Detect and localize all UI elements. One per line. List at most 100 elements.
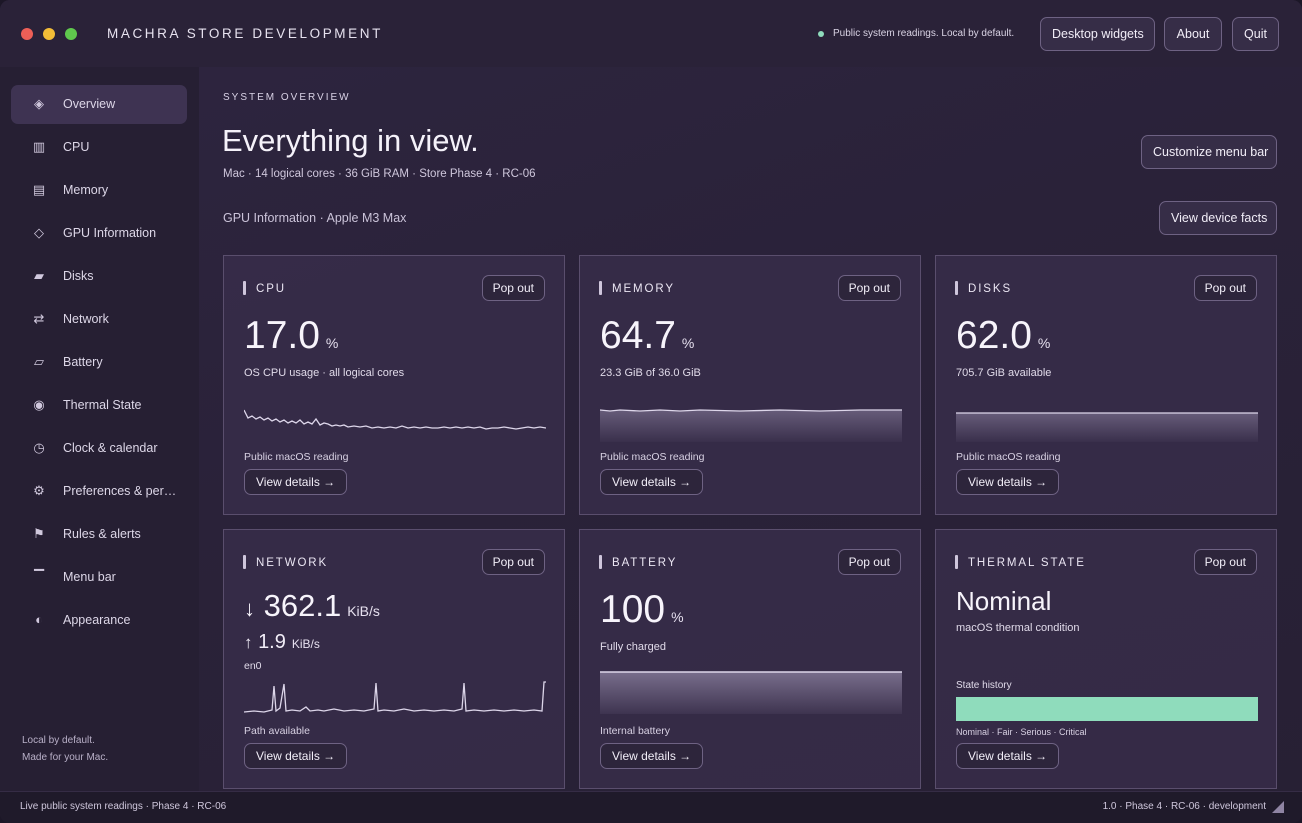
view-details-button[interactable]: View details → [600,743,704,769]
disk-usage-value: 62.0% [956,314,1050,358]
sidebar-item-memory[interactable]: ▤ Memory [11,171,187,210]
card-title-wrap: THERMAL STATE [956,557,1086,569]
overview-icon: ◈ [34,96,44,111]
sidebar-item-menu-bar[interactable]: ▔ Menu bar [11,558,187,597]
about-button[interactable]: About [1164,17,1222,51]
app-window: MACHRA STORE DEVELOPMENT Public system r… [0,0,1302,823]
battery-unit: % [671,609,684,625]
gpu-summary: GPU Information · Apple M3 Max [223,211,407,225]
sidebar-item-label: Preferences & per… [63,484,177,498]
card-title-wrap: CPU [244,283,286,295]
card-title: BATTERY [612,557,678,569]
upload-value: 1.9 [258,631,286,653]
disk-source: Public macOS reading [956,451,1061,463]
memory-sparkline [600,409,902,442]
sidebar-footer-line: Local by default. [22,735,95,746]
sidebar: ◈ Overview ▥ CPU ▤ Memory ◇ GPU Informat… [0,67,199,791]
thermal-description: macOS thermal condition [956,622,1080,634]
sidebar-item-battery[interactable]: ▱ Battery [11,343,187,382]
pop-out-button[interactable]: Pop out [481,275,545,301]
sidebar-item-label: CPU [63,140,90,154]
view-details-button[interactable]: View details → [244,743,348,769]
card-title: THERMAL STATE [968,557,1086,569]
battery-icon: ▱ [34,354,44,369]
card-title-wrap: DISKS [956,283,1012,295]
cpu-sparkline [244,409,546,430]
download-value: 362.1 [263,588,342,623]
sidebar-item-cpu[interactable]: ▥ CPU [11,128,187,167]
sidebar-item-label: Rules & alerts [63,527,141,541]
sidebar-item-preferences[interactable]: ⚙ Preferences & per… [11,472,187,511]
cpu-source: Public macOS reading [244,451,349,463]
pop-out-button[interactable]: Pop out [837,549,901,575]
appearance-icon: ◐ [35,612,43,627]
pop-out-button[interactable]: Pop out [837,275,901,301]
sidebar-item-overview[interactable]: ◈ Overview [11,85,187,124]
disk-sparkline [956,412,1258,442]
thermal-history-bar [956,697,1258,721]
main-content: SYSTEM OVERVIEW Everything in view. Mac … [199,67,1302,791]
network-interface: en0 [244,660,262,672]
thermal-legend: Nominal · Fair · Serious · Critical [956,727,1087,737]
desktop-widgets-button[interactable]: Desktop widgets [1040,17,1155,51]
gpu-icon: ◇ [34,225,44,240]
pop-out-button[interactable]: Pop out [481,549,545,575]
card-title-wrap: BATTERY [600,557,677,569]
sidebar-item-gpu[interactable]: ◇ GPU Information [11,214,187,253]
cpu-usage-value: 17.0% [244,314,338,358]
resize-grip-icon[interactable] [1272,801,1284,813]
sidebar-item-label: Disks [63,269,94,283]
battery-card: BATTERY Pop out 100% Fully charged Inter… [579,529,921,789]
card-title: CPU [256,283,286,295]
gear-icon: ⚙ [33,483,45,498]
view-details-button[interactable]: View details → [600,469,704,495]
sidebar-item-thermal-state[interactable]: ◉ Thermal State [11,386,187,425]
app-title: MACHRA STORE DEVELOPMENT [107,26,383,41]
flag-icon: ⚑ [33,526,45,541]
network-card: NETWORK Pop out ↓ 362.1 KiB/s ↑ 1.9 KiB/s … [223,529,565,789]
sidebar-item-network[interactable]: ⇄ Network [11,300,187,339]
status-bar: Live public system readings · Phase 4 · … [0,791,1302,823]
sidebar-item-label: Overview [63,97,116,111]
thermal-state-value: Nominal [956,586,1052,616]
close-window-button[interactable] [21,28,33,40]
customize-menu-bar-button[interactable]: Customize menu bar [1141,135,1277,169]
card-title: DISKS [968,283,1013,295]
card-title-wrap: NETWORK [244,557,328,569]
upload-unit: KiB/s [291,637,320,651]
pop-out-button[interactable]: Pop out [1193,549,1257,575]
view-details-button[interactable]: View details → [244,469,348,495]
memory-usage-value: 64.7% [600,314,694,358]
sidebar-item-clock-calendar[interactable]: ◷ Clock & calendar [11,429,187,468]
sidebar-item-label: Memory [63,183,109,197]
download-unit: KiB/s [347,603,380,619]
disk-description: 705.7 GiB available [956,367,1052,379]
clock-icon: ◷ [33,440,45,455]
sidebar-item-disks[interactable]: ▰ Disks [11,257,187,296]
pop-out-button[interactable]: Pop out [1193,275,1257,301]
state-history-label: State history [956,680,1012,691]
status-indicator-icon [818,31,824,37]
sidebar-item-label: Clock & calendar [63,441,158,455]
network-download: ↓ 362.1 KiB/s [244,588,380,624]
thermal-icon: ◉ [33,397,45,412]
view-details-button[interactable]: View details → [956,743,1060,769]
menu-bar-icon: ▔ [34,569,44,584]
sidebar-item-appearance[interactable]: ◐ Appearance [11,601,187,640]
status-text: Public system readings. Local by default… [833,28,1015,39]
sidebar-item-label: GPU Information [63,226,157,240]
quit-button[interactable]: Quit [1232,17,1279,51]
view-details-button[interactable]: View details → [956,469,1060,495]
page-title: Everything in view. [222,123,479,158]
network-path-status: Path available [244,725,310,737]
zoom-window-button[interactable] [65,28,77,40]
title-bar: MACHRA STORE DEVELOPMENT Public system r… [0,0,1302,67]
disk-value: 62.0 [956,314,1032,357]
view-device-facts-button[interactable]: View device facts [1159,201,1277,235]
network-upload: ↑ 1.9 KiB/s [244,631,320,654]
sidebar-item-rules-alerts[interactable]: ⚑ Rules & alerts [11,515,187,554]
device-summary: Mac · 14 logical cores · 36 GiB RAM · St… [223,168,536,180]
network-icon: ⇄ [33,311,45,326]
status-bar-version: 1.0 · Phase 4 · RC-06 · development [1102,801,1266,812]
minimize-window-button[interactable] [43,28,55,40]
